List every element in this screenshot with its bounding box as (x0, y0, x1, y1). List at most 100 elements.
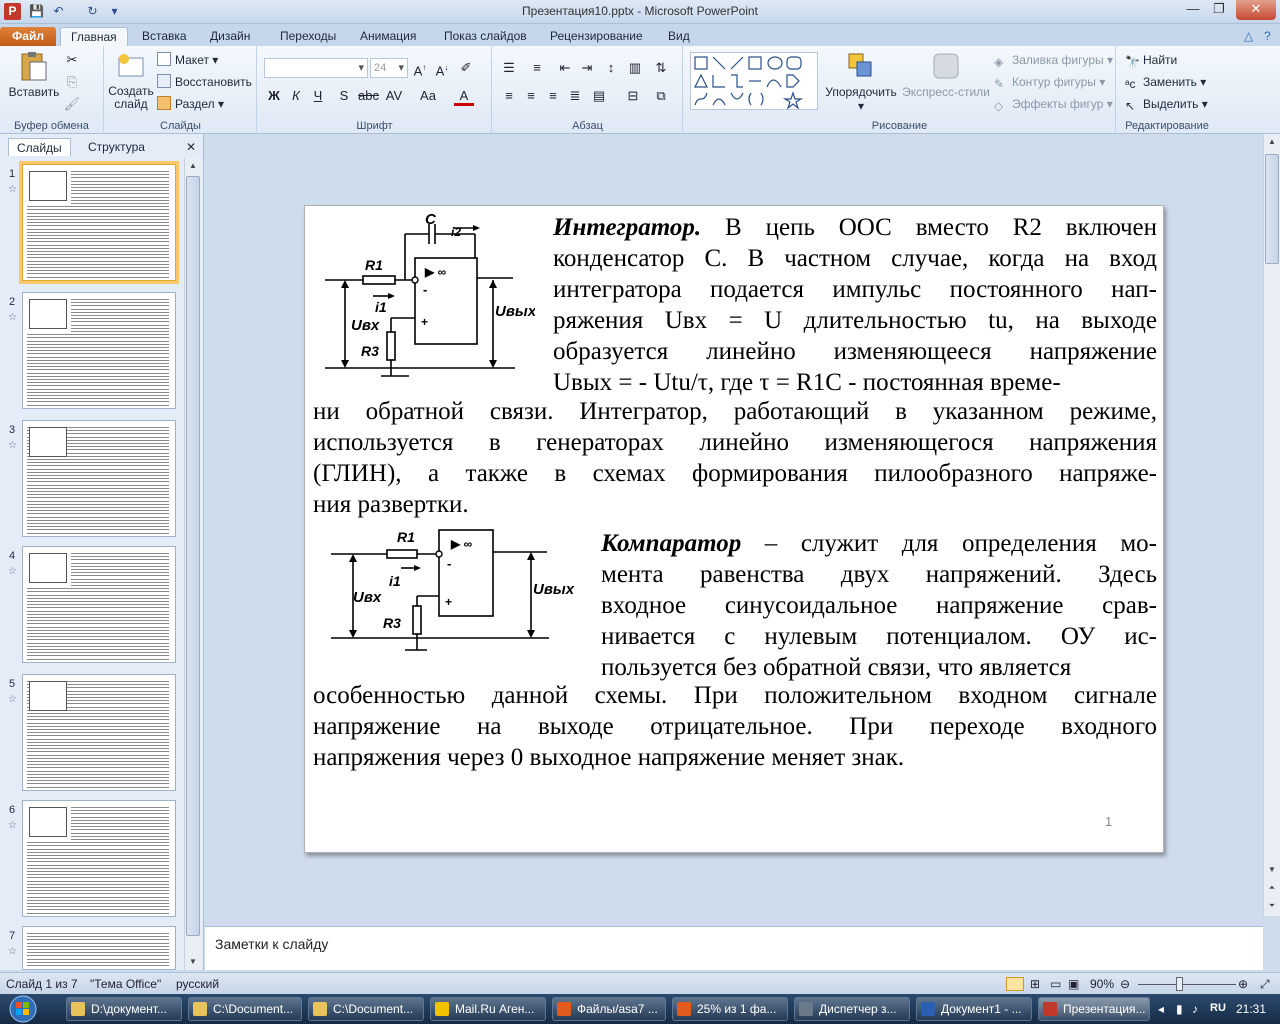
italic-icon[interactable]: К (286, 86, 306, 106)
start-button-icon[interactable] (3, 994, 43, 1024)
slide-text-line[interactable]: пользуется без обратной связи, что являе… (601, 652, 1157, 683)
scroll-down-icon[interactable]: ▼ (185, 954, 201, 970)
taskbar-item[interactable]: Презентация... (1038, 997, 1150, 1021)
tab-slides-panel[interactable]: Слайды (8, 138, 71, 156)
taskbar-item[interactable]: Документ1 - ... (916, 997, 1032, 1021)
change-case-icon[interactable]: Aa (418, 86, 438, 106)
theme-name[interactable]: "Тема Office" (90, 977, 161, 991)
taskbar-item[interactable]: C:\Document... (188, 997, 302, 1021)
slide-thumbnail[interactable] (19, 161, 179, 284)
slide-thumbnail[interactable] (22, 674, 176, 791)
shape-fill-button[interactable]: ◈ Заливка фигуры ▾ (994, 50, 1113, 70)
slide-text-line[interactable]: особенностью данной схемы. При положител… (313, 680, 1157, 711)
slideshow-icon[interactable]: ▣ (1068, 977, 1079, 991)
input-language[interactable]: RU (1210, 1002, 1226, 1014)
restore-icon[interactable]: ❐ (1206, 0, 1232, 20)
font-size-input[interactable]: 24 ▾ (370, 58, 408, 78)
show-hidden-icons-icon[interactable]: ◂ (1158, 1002, 1164, 1016)
shapes-gallery[interactable] (690, 52, 818, 110)
layout-button[interactable]: Макет ▾ (157, 50, 218, 70)
slide-text-line[interactable]: нивается с нулевым потенциалом. ОУ ис- (601, 621, 1157, 652)
taskbar-item[interactable]: 25% из 1 фа... (672, 997, 788, 1021)
justify-icon[interactable]: ≣ (565, 86, 585, 106)
align-right-icon[interactable]: ≡ (543, 86, 563, 106)
char-spacing-icon[interactable]: AV (384, 86, 404, 106)
slide-thumbnail[interactable] (22, 926, 176, 970)
clock[interactable]: 21:31 (1236, 1002, 1266, 1016)
paste-button[interactable]: Вставить (6, 50, 62, 99)
slide-sorter-icon[interactable]: ⊞ (1030, 977, 1040, 991)
font-color-icon[interactable]: A (454, 86, 474, 106)
tab-transitions[interactable]: Переходы (270, 27, 346, 46)
close-icon[interactable]: ✕ (1236, 0, 1276, 20)
grow-font-icon[interactable]: A↑ (410, 58, 430, 78)
underline-icon[interactable]: Ч (308, 86, 328, 106)
zoom-in-icon[interactable]: ⊕ (1238, 977, 1248, 991)
slide-text-line[interactable]: интегратора подается импульс постоянного… (553, 274, 1157, 305)
find-button[interactable]: 🔭 Найти (1125, 50, 1177, 70)
taskbar-item[interactable]: C:\Document... (308, 997, 424, 1021)
smartart-icon[interactable]: ⧉ (651, 86, 671, 106)
slide-thumbnail[interactable] (22, 292, 176, 409)
taskbar-item[interactable]: Диспетчер з... (794, 997, 910, 1021)
slide-text-line[interactable]: ряжения Uвх = U длительностью tu, на вых… (553, 305, 1157, 336)
shrink-font-icon[interactable]: A↓ (432, 58, 452, 78)
taskbar-item[interactable]: Файлы/asa7 ... (552, 997, 666, 1021)
slide-text-line[interactable]: ни обратной связи. Интегратор, работающи… (313, 396, 1157, 427)
reading-view-icon[interactable]: ▭ (1050, 977, 1061, 991)
slide-text-line[interactable]: образуется линейно изменяющееся напряжен… (553, 336, 1157, 367)
section-button[interactable]: Раздел ▾ (157, 94, 224, 114)
slide-text-line[interactable]: входное синусоидальное напряжение срав- (601, 590, 1157, 621)
strikethrough-icon[interactable]: abc (358, 86, 379, 106)
arrange-button[interactable]: Упорядочить ▾ (824, 50, 898, 113)
fit-slide-icon[interactable]: ⤢ (1260, 977, 1270, 992)
tab-slideshow[interactable]: Показ слайдов (434, 27, 537, 46)
slide-canvas[interactable]: C i2 R1 i1 Uвх Uвых R3 ▶ ∞ - + R1 i1 Uвх… (304, 205, 1164, 853)
select-button[interactable]: ↖ Выделить ▾ (1125, 94, 1208, 114)
slide-text-line[interactable]: Компаратор – служит для определения мо- (601, 528, 1157, 559)
columns-icon[interactable]: ▥ (625, 58, 645, 78)
slide-text-line[interactable]: (ГЛИН), а также в схемах формирования пи… (313, 458, 1157, 489)
slide-text-line[interactable]: мента равенства двух напряжений. Здесь (601, 559, 1157, 590)
text-direction-icon[interactable]: ⇅ (651, 58, 671, 78)
slide-text-line[interactable]: напряжения через 0 выходное напряжение м… (313, 742, 1157, 773)
cut-icon[interactable]: ✂ (62, 50, 82, 70)
increase-indent-icon[interactable]: ⇥ (577, 58, 597, 78)
bold-icon[interactable]: Ж (264, 86, 284, 106)
scroll-down-icon[interactable]: ▼ (1264, 862, 1280, 878)
align-center-icon[interactable]: ≡ (521, 86, 541, 106)
slides-panel-scroll-thumb[interactable] (186, 176, 200, 936)
tab-review[interactable]: Рецензирование (540, 27, 653, 46)
workspace-scroll-thumb[interactable] (1265, 154, 1279, 264)
volume-icon[interactable]: ♪ (1192, 1002, 1198, 1016)
numbering-icon[interactable]: ≡ (527, 58, 547, 78)
align-left-icon[interactable]: ≡ (499, 86, 519, 106)
line-spacing-icon[interactable]: ↕ (601, 58, 621, 78)
zoom-slider[interactable] (1138, 984, 1236, 985)
tab-view[interactable]: Вид (658, 27, 700, 46)
slide-thumbnail[interactable] (22, 420, 176, 537)
clear-format-icon[interactable]: ✐ (456, 58, 476, 78)
zoom-slider-handle[interactable] (1176, 977, 1183, 991)
slides-panel-scrollbar[interactable]: ▲ ▼ (184, 158, 201, 970)
next-slide-icon[interactable]: ⏷ (1264, 898, 1280, 914)
shape-outline-button[interactable]: ✎ Контур фигуры ▾ (994, 72, 1105, 92)
align-text-icon[interactable]: ⊟ (623, 86, 643, 106)
taskbar-item[interactable]: D:\документ... (66, 997, 182, 1021)
prev-slide-icon[interactable]: ⏶ (1264, 880, 1280, 896)
workspace-scrollbar[interactable]: ▲ ▼ ⏶ ⏷ (1263, 134, 1280, 916)
tab-design[interactable]: Дизайн (200, 27, 260, 46)
slide-text-line[interactable]: конденсатор С. В частном случае, когда н… (553, 243, 1157, 274)
network-icon[interactable]: ▮ (1176, 1002, 1183, 1016)
reset-button[interactable]: Восстановить (157, 72, 252, 92)
decrease-indent-icon[interactable]: ⇤ (555, 58, 575, 78)
replace-button[interactable]: ᵃc Заменить ▾ (1125, 72, 1206, 92)
bullets-icon[interactable]: ☰ (499, 58, 519, 78)
tab-animation[interactable]: Анимация (350, 27, 426, 46)
language-indicator[interactable]: русский (176, 977, 219, 991)
copy-icon[interactable]: ⎘ (62, 72, 82, 92)
help-icon[interactable]: ? (1254, 27, 1280, 46)
slide-text-line[interactable]: Uвых = - Utu/τ, где τ = R1C - постоянная… (553, 367, 1157, 398)
new-slide-button[interactable]: Создать слайд (107, 50, 155, 111)
tab-home[interactable]: Главная (60, 27, 128, 46)
